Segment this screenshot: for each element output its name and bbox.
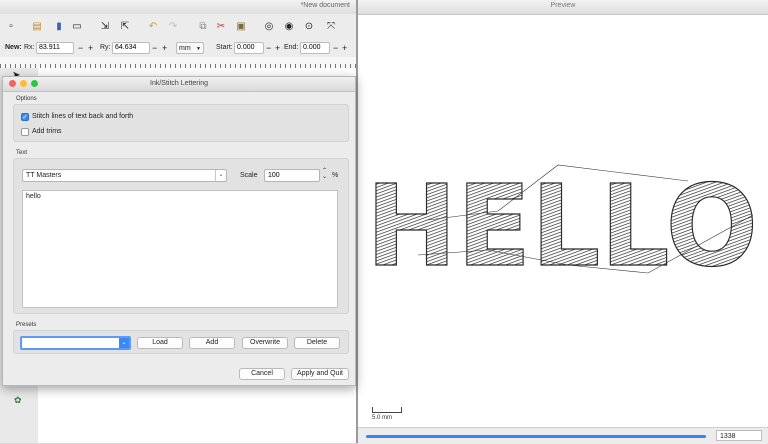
ry-increment-button[interactable]: + [162, 43, 167, 53]
preview-titlebar: Preview [358, 0, 768, 15]
end-decrement-button[interactable]: − [333, 43, 338, 53]
inkscape-titlebar: *New document [0, 0, 356, 15]
chevron-down-icon: ▼ [196, 46, 201, 52]
export-icon[interactable]: ⇱ [118, 20, 132, 34]
rx-decrement-button[interactable]: − [78, 43, 83, 53]
delete-preset-button[interactable]: Delete [294, 337, 340, 349]
apply-and-quit-button[interactable]: Apply and Quit [291, 368, 349, 380]
presets-select[interactable]: ⌄ [20, 336, 131, 350]
end-increment-button[interactable]: + [342, 43, 347, 53]
stitch-counter[interactable]: 1338 [716, 430, 762, 441]
dialog-titlebar: Ink/Stitch Lettering [3, 77, 355, 92]
zoom-drawing-icon[interactable]: ◉ [282, 20, 296, 34]
stitch-preview-area[interactable]: HELLO 5.0 mm [358, 15, 768, 427]
ry-label: Ry: [100, 44, 111, 51]
options-panel: ✓ Stitch lines of text back and forth Ad… [13, 104, 349, 142]
rx-input[interactable] [36, 42, 74, 54]
rx-label: Rx: [24, 44, 35, 51]
ry-input[interactable] [112, 42, 150, 54]
redo-icon[interactable]: ↷ [166, 20, 180, 34]
zoom-selection-icon[interactable]: ◎ [262, 20, 276, 34]
cut-icon[interactable]: ✂ [214, 20, 228, 34]
commands-toolbar: ▫ ▤ ▮ ▭ ⇲ ⇱ ↶ ↷ ⧉ ✂ ▣ ◎ ◉ ⊙ ⤧ [0, 14, 356, 41]
embroidered-text: HELLO [366, 162, 758, 292]
end-input[interactable] [300, 42, 330, 54]
add-preset-button[interactable]: Add [189, 337, 235, 349]
cancel-button[interactable]: Cancel [239, 368, 285, 380]
load-preset-button[interactable]: Load [137, 337, 183, 349]
presets-section-label: Presets [16, 322, 37, 328]
copy-icon[interactable]: ⧉ [196, 20, 210, 34]
scale-label: 5.0 mm [372, 415, 393, 421]
rx-increment-button[interactable]: + [88, 43, 93, 53]
paste-icon[interactable]: ▣ [234, 20, 248, 34]
preview-playback-bar: 1338 [358, 427, 768, 444]
spray-tool-icon[interactable]: ✿ [14, 395, 22, 406]
font-select-value: TT Masters [26, 172, 62, 179]
import-icon[interactable]: ⇲ [98, 20, 112, 34]
font-select[interactable]: TT Masters ⌄ [22, 169, 227, 182]
add-trims-label: Add trims [32, 128, 62, 135]
chevron-down-icon: ⌄ [119, 338, 129, 348]
stitch-preview-graphic: HELLO [365, 161, 758, 292]
text-panel: TT Masters ⌄ Scale ⌃⌄ % hello [13, 158, 349, 314]
scale-label: Scale [240, 172, 258, 179]
scale-bar [372, 407, 402, 413]
scale-stepper-icon[interactable]: ⌃ ⌄ [322, 168, 327, 180]
zoom-page-icon[interactable]: ⊙ [302, 20, 316, 34]
zoom-fit-icon[interactable]: ⤧ [324, 20, 338, 34]
preview-title: Preview [550, 2, 576, 9]
text-input-area[interactable]: hello [22, 190, 338, 308]
tool-controls-bar: New: Rx: − + Ry: − + mm ▼ Start: − + End… [0, 40, 356, 58]
new-label: New: [5, 44, 22, 51]
start-increment-button[interactable]: + [275, 43, 280, 53]
start-input[interactable] [234, 42, 264, 54]
options-section-label: Options [16, 96, 37, 102]
dialog-title: Ink/Stitch Lettering [150, 80, 208, 87]
percent-label: % [332, 172, 339, 179]
new-file-icon[interactable]: ▫ [4, 20, 18, 34]
unit-select[interactable]: mm ▼ [176, 42, 204, 54]
overwrite-preset-button[interactable]: Overwrite [242, 337, 288, 349]
print-icon[interactable]: ▭ [70, 20, 84, 34]
ry-decrement-button[interactable]: − [152, 43, 157, 53]
add-trims-checkbox[interactable] [21, 128, 29, 136]
text-section-label: Text [16, 150, 28, 156]
presets-panel: ⌄ Load Add Overwrite Delete [13, 330, 349, 354]
back-and-forth-checkbox[interactable]: ✓ [21, 113, 29, 121]
chevron-down-icon: ⌄ [215, 170, 226, 181]
start-label: Start: [216, 44, 233, 51]
stitch-progress-slider[interactable] [366, 435, 706, 438]
undo-icon[interactable]: ↶ [146, 20, 160, 34]
lettering-dialog: Ink/Stitch Lettering Options ✓ Stitch li… [2, 76, 356, 386]
scale-input[interactable] [264, 169, 320, 182]
preview-window: Preview HELLO 5.0 mm 1338 [356, 0, 768, 444]
save-icon[interactable]: ▮ [52, 20, 66, 34]
end-label: End: [284, 44, 299, 51]
unit-value: mm [179, 45, 191, 52]
open-file-icon[interactable]: ▤ [30, 20, 44, 34]
start-decrement-button[interactable]: − [266, 43, 271, 53]
document-title: *New document [300, 2, 350, 9]
back-and-forth-label: Stitch lines of text back and forth [32, 113, 134, 120]
